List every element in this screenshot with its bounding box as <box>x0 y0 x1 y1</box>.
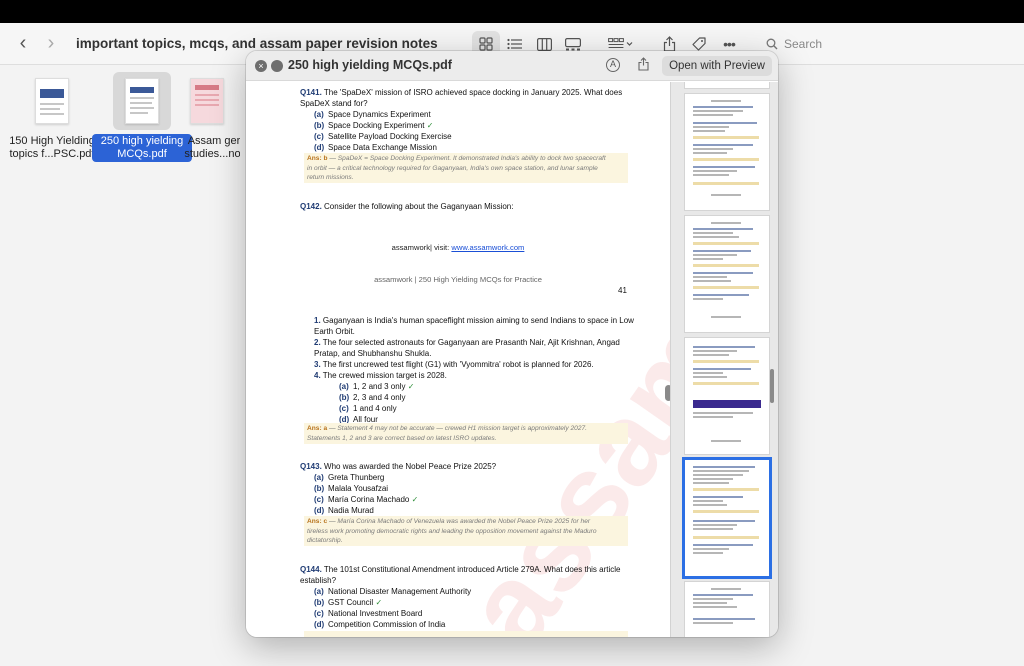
pdf-thumbnail <box>190 78 224 124</box>
page-thumbnail[interactable] <box>685 94 769 210</box>
pdf-thumbnail <box>35 78 69 124</box>
statement: 3. The first uncrewed test flight (G1) w… <box>314 360 594 369</box>
option: (a) Space Dynamics Experiment <box>314 110 431 119</box>
option: (b) 2, 3 and 4 only <box>339 393 406 402</box>
answer-box: Ans: c — María Corina Machado of Venezue… <box>304 516 628 546</box>
page-thumbnail-selected[interactable] <box>685 460 769 576</box>
statement-cont: Pratap, and Shubhanshu Shukla. <box>314 349 432 358</box>
statement: 2. The four selected astronauts for Gaga… <box>314 338 620 347</box>
option: (b) GST Council ✓ <box>314 598 383 607</box>
option: (c) Satellite Payload Docking Exercise <box>314 132 452 141</box>
question-141: Q141. The 'SpaDeX' mission of ISRO achie… <box>300 88 623 97</box>
fullscreen-icon[interactable] <box>271 60 283 72</box>
option: (b) Malala Yousafzai <box>314 484 389 493</box>
page-thumbnail[interactable] <box>685 338 769 454</box>
answer-box: Ans: a — Statement 4 may not be accurate… <box>304 423 628 444</box>
page-number: 41 <box>618 286 627 295</box>
folder-title: important topics, mcqs, and assam paper … <box>76 36 438 51</box>
answer-box <box>304 631 628 637</box>
question-143: Q143. Who was awarded the Nobel Peace Pr… <box>300 462 497 471</box>
option: (d) Space Data Exchange Mission <box>314 143 437 152</box>
quick-look-title: 250 high yielding MCQs.pdf <box>288 58 452 72</box>
answer-box: Ans: b — SpaDeX = Space Docking Experime… <box>304 153 628 183</box>
question-142: Q142. Consider the following about the G… <box>300 202 514 211</box>
close-icon[interactable]: × <box>255 60 267 72</box>
option: (d) Nadia Murad <box>314 506 374 515</box>
option: (b) Space Docking Experiment ✓ <box>314 121 434 130</box>
quick-look-window: × 250 high yielding MCQs.pdf A Open with… <box>246 51 778 637</box>
option: (d) Competition Commission of India <box>314 620 446 629</box>
option: (c) María Corina Machado ✓ <box>314 495 419 504</box>
statement-cont: Earth Orbit. <box>314 327 355 336</box>
search-field[interactable]: Search <box>758 31 1016 57</box>
file-name: Assam ger studies...not <box>184 135 240 160</box>
question-144: Q144. The 101st Constitutional Amendment… <box>300 565 621 574</box>
file-item[interactable]: Assam ger studies...not <box>174 72 240 162</box>
sidebar-scrollbar[interactable] <box>770 369 774 403</box>
option: (a) National Disaster Management Authorit… <box>314 587 472 596</box>
pdf-page-view[interactable]: assamwork Q141. The 'SpaDeX' mission of … <box>246 82 670 637</box>
option: (a) Greta Thunberg <box>314 473 385 482</box>
page-thumbnail[interactable] <box>685 582 769 637</box>
pdf-thumbnail <box>125 78 159 124</box>
share-icon[interactable] <box>638 57 649 76</box>
menu-bar <box>0 0 1024 23</box>
page-thumbnails-sidebar[interactable] <box>670 82 778 637</box>
option: (a) 1, 2 and 3 only ✓ <box>339 382 415 391</box>
page-footer-link: assamwork| visit: www.assamwork.com <box>391 243 525 252</box>
statement: 4. The crewed mission target is 2028. <box>314 371 447 380</box>
statement: 1. Gaganyaan is India's human spacefligh… <box>314 316 634 325</box>
question-text: SpaDeX stand for? <box>300 99 368 108</box>
option: (c) 1 and 4 only <box>339 404 397 413</box>
forward-button[interactable]: › <box>41 33 61 54</box>
search-placeholder: Search <box>784 37 823 51</box>
site-link[interactable]: www.assamwork.com <box>451 243 524 252</box>
file-name: 150 High Yielding topics f...PSC.pdf <box>9 135 95 160</box>
page-thumbnail[interactable] <box>685 82 769 88</box>
quick-look-titlebar: × 250 high yielding MCQs.pdf A Open with… <box>246 51 778 81</box>
back-button[interactable]: ‹ <box>13 33 33 54</box>
page-header: assamwork | 250 High Yielding MCQs for P… <box>374 275 542 284</box>
option: (c) National Investment Board <box>314 609 423 618</box>
open-with-preview-button[interactable]: Open with Preview <box>662 56 772 76</box>
question-text: establish? <box>300 576 337 585</box>
markup-icon[interactable]: A <box>606 58 620 72</box>
page-thumbnail[interactable] <box>685 216 769 332</box>
file-item[interactable]: 150 High Yielding topics f...PSC.pdf <box>2 72 102 162</box>
